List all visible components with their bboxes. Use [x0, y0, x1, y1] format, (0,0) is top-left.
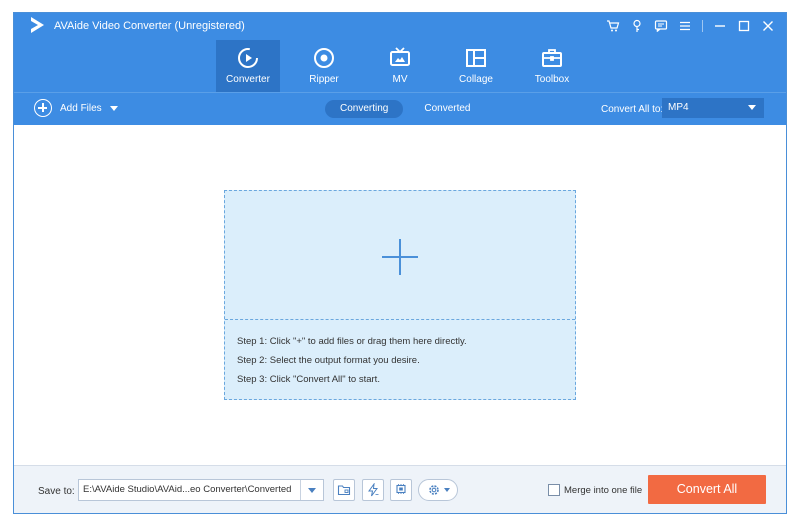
step-3-text: Step 3: Click "Convert All" to start.: [237, 374, 380, 385]
convert-all-button[interactable]: Convert All: [648, 475, 766, 504]
tab-converting[interactable]: Converting: [325, 100, 404, 118]
output-format-select[interactable]: MP4: [662, 98, 764, 118]
step-2-text: Step 2: Select the output format you des…: [237, 355, 420, 366]
path-dropdown-button[interactable]: [300, 480, 323, 500]
bottom-bar: Save to: E:\AVAide Studio\AVAid...eo Con…: [14, 465, 786, 513]
main-tabs: Converter Ripper MV Collage Toolbox: [216, 40, 596, 92]
file-drop-zone[interactable]: Step 1: Click "+" to add files or drag t…: [224, 190, 576, 400]
ripper-icon: [314, 48, 334, 68]
add-circle-icon: [34, 99, 52, 117]
step-1-text: Step 1: Click "+" to add files or drag t…: [237, 336, 467, 347]
merge-option[interactable]: Merge into one file: [548, 484, 642, 496]
save-to-label: Save to:: [38, 486, 75, 497]
tab-toolbox[interactable]: Toolbox: [520, 40, 584, 92]
gear-icon: [428, 485, 439, 495]
minimize-icon[interactable]: [708, 16, 732, 36]
cpu-on-icon: [396, 484, 406, 494]
app-title: AVAide Video Converter (Unregistered): [54, 20, 245, 32]
app-logo-icon: [31, 17, 44, 33]
window-controls: [601, 16, 780, 36]
open-folder-button[interactable]: [333, 479, 355, 501]
close-icon[interactable]: [756, 16, 780, 36]
lightning-off-icon: [368, 483, 379, 497]
converter-icon: [238, 48, 258, 68]
key-icon[interactable]: [625, 16, 649, 36]
chevron-down-icon: [748, 105, 756, 110]
cart-icon[interactable]: [601, 16, 625, 36]
chevron-down-icon[interactable]: [109, 105, 118, 111]
chevron-down-icon: [308, 488, 316, 493]
tab-ripper[interactable]: Ripper: [292, 40, 356, 92]
maximize-icon[interactable]: [732, 16, 756, 36]
folder-icon: [337, 485, 351, 496]
view-segment: Converting Converted: [325, 100, 492, 118]
format-value: MP4: [668, 102, 689, 113]
merge-checkbox[interactable]: [548, 484, 560, 496]
add-plus-icon[interactable]: [382, 239, 418, 275]
tab-converter[interactable]: Converter: [216, 40, 280, 92]
feedback-icon[interactable]: [649, 16, 673, 36]
chevron-down-icon: [443, 488, 450, 492]
output-path-value: E:\AVAide Studio\AVAid...eo Converter\Co…: [83, 484, 292, 495]
tab-converted[interactable]: Converted: [409, 100, 485, 118]
app-window: AVAide Video Converter (Unregistered) Co…: [13, 12, 787, 514]
mv-icon: [390, 47, 410, 66]
output-settings-button[interactable]: [418, 479, 458, 501]
drop-zone-divider: [225, 319, 575, 320]
menu-icon[interactable]: [673, 16, 697, 36]
add-files-button[interactable]: Add Files: [34, 99, 118, 117]
tab-mv[interactable]: MV: [368, 40, 432, 92]
separator: [702, 20, 703, 32]
converter-toolbar: Add Files Converting Converted Convert A…: [14, 92, 786, 125]
tab-collage[interactable]: Collage: [444, 40, 508, 92]
merge-label: Merge into one file: [564, 484, 643, 496]
title-bar: AVAide Video Converter (Unregistered) Co…: [14, 13, 786, 92]
output-path-field[interactable]: E:\AVAide Studio\AVAid...eo Converter\Co…: [78, 479, 324, 501]
hardware-acceleration-button[interactable]: [362, 479, 384, 501]
toolbox-icon: [542, 49, 562, 67]
convert-all-to-label: Convert All to:: [601, 104, 664, 115]
collage-icon: [466, 49, 486, 67]
gpu-acceleration-button[interactable]: [390, 479, 412, 501]
add-files-label: Add Files: [60, 102, 102, 114]
